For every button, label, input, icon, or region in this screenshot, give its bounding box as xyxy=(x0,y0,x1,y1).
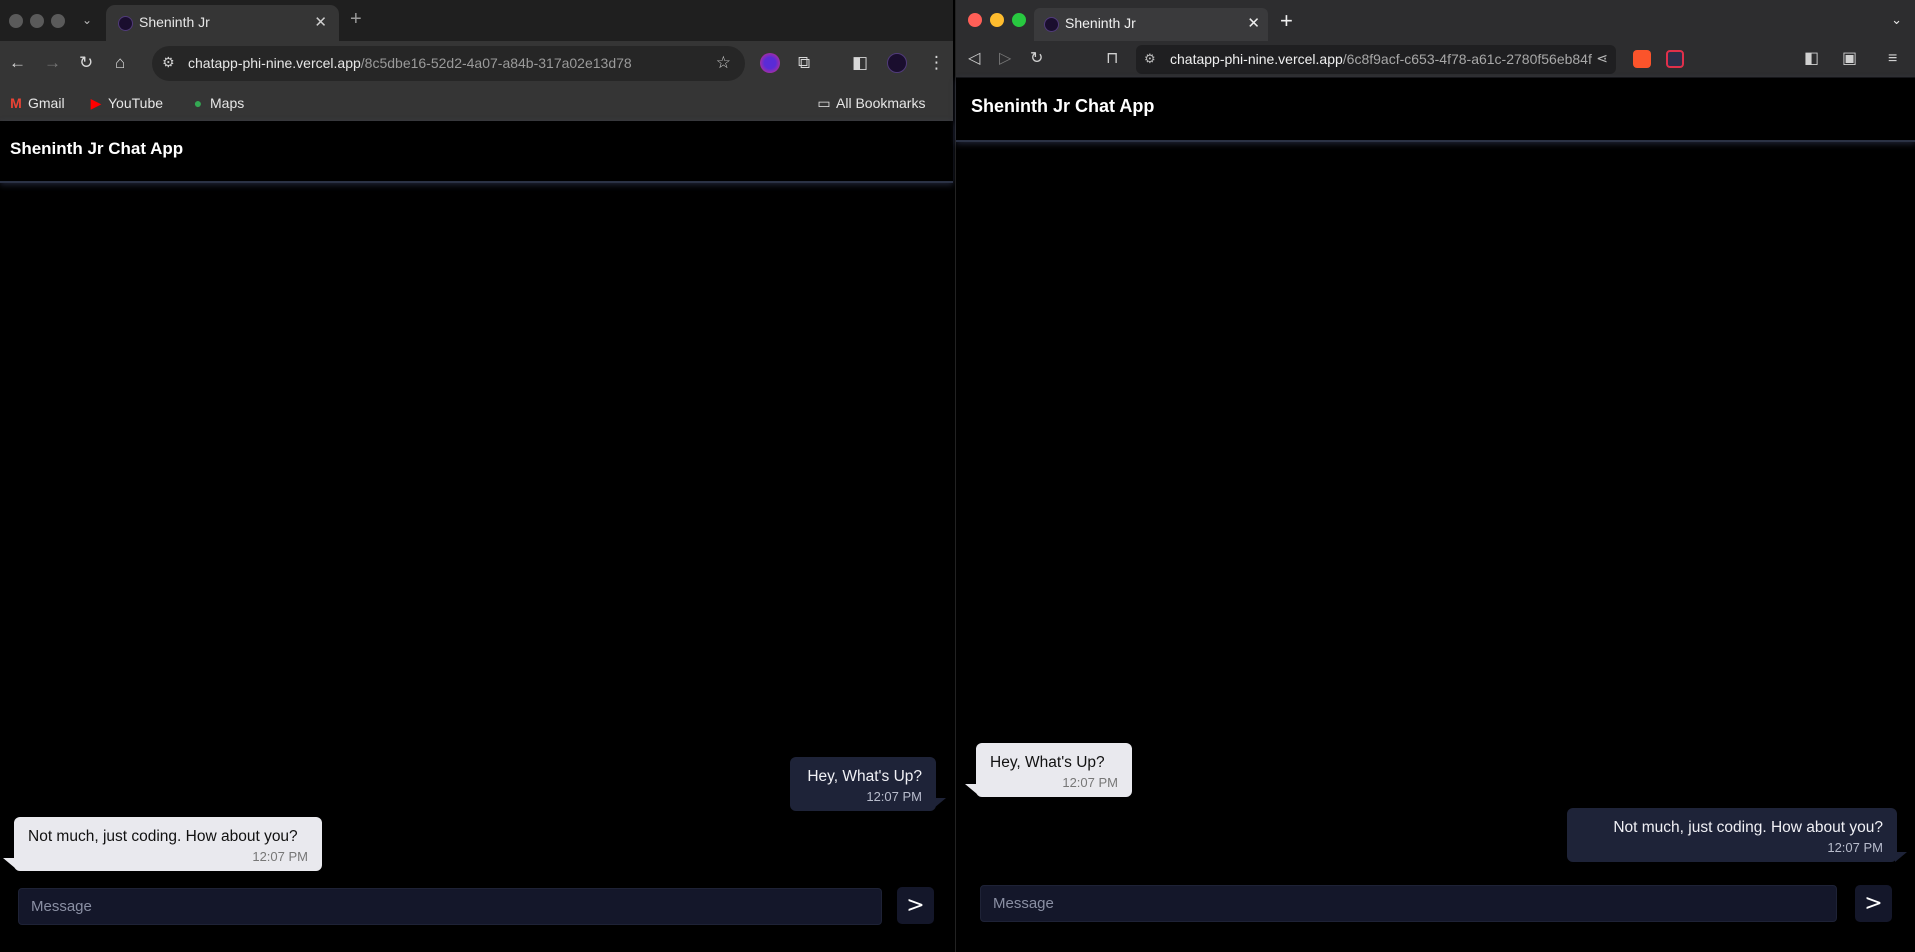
share-icon[interactable]: ⋖ xyxy=(1596,50,1608,67)
chat-app-header: Sheninth Jr Chat App xyxy=(0,121,953,183)
left-browser-window: ⌄ Sheninth Jr ✕ + ← → ↻ ⌂ ⚙ chatapp-phi-… xyxy=(0,0,953,952)
site-info-icon[interactable]: ⚙ xyxy=(1144,51,1156,67)
address-bar[interactable]: ⚙ chatapp-phi-nine.vercel.app/8c5dbe16-5… xyxy=(152,46,745,81)
sidebar-toggle-icon[interactable]: ◧ xyxy=(1804,49,1819,69)
browser-tab[interactable]: Sheninth Jr ✕ xyxy=(1034,8,1268,41)
bookmarks-folder[interactable]: ▭ All Bookmarks xyxy=(816,95,925,112)
browser-toolbar: ◁ ▷ ↻ ⊓ ⚙ chatapp-phi-nine.vercel.app/6c… xyxy=(956,41,1915,78)
site-favicon-icon xyxy=(118,16,133,31)
bookmark-maps[interactable]: ● Maps xyxy=(190,95,244,111)
message-input[interactable] xyxy=(980,885,1837,922)
window-close-button[interactable] xyxy=(9,14,23,28)
bookmark-gmail[interactable]: M Gmail xyxy=(8,95,64,111)
forward-arrow-icon[interactable]: → xyxy=(44,53,61,73)
window-maximize-button[interactable] xyxy=(1012,13,1026,27)
back-arrow-icon[interactable]: ◁ xyxy=(968,49,980,69)
brave-rewards-icon[interactable] xyxy=(1666,50,1684,68)
tab-strip: Sheninth Jr ✕ + ⌄ xyxy=(956,0,1915,41)
browser-toolbar: ← → ↻ ⌂ ⚙ chatapp-phi-nine.vercel.app/8c… xyxy=(0,41,953,86)
folder-icon: ▭ xyxy=(817,95,831,111)
window-minimize-button[interactable] xyxy=(30,14,44,28)
message-text: Hey, What's Up? xyxy=(990,754,1105,771)
send-button[interactable]: > xyxy=(897,887,934,924)
message-text: Hey, What's Up? xyxy=(807,768,922,785)
maps-icon: ● xyxy=(193,95,203,111)
right-browser-window: Sheninth Jr ✕ + ⌄ ◁ ▷ ↻ ⊓ ⚙ chatapp-phi-… xyxy=(955,0,1915,952)
tab-title: Sheninth Jr xyxy=(139,14,210,30)
bookmark-star-icon[interactable]: ☆ xyxy=(716,53,731,73)
app-title: Sheninth Jr Chat App xyxy=(10,139,184,158)
bubble-tail xyxy=(934,798,946,808)
window-close-button[interactable] xyxy=(968,13,982,27)
site-info-icon[interactable]: ⚙ xyxy=(162,54,175,71)
bookmarks-bar: M Gmail ▶ YouTube ● Maps ▭ All Bookmarks xyxy=(0,86,953,121)
message-bubble-received: Hey, What's Up? 12:07 PM xyxy=(976,743,1132,797)
send-button[interactable]: > xyxy=(1855,885,1892,922)
address-bar-url[interactable]: chatapp-phi-nine.vercel.app/6c8f9acf-c65… xyxy=(1170,51,1592,67)
bookmark-icon[interactable]: ⊓ xyxy=(1106,49,1118,69)
browser-menu-icon[interactable]: ≡ xyxy=(1888,49,1897,69)
tab-close-icon[interactable]: ✕ xyxy=(1247,14,1260,32)
forward-arrow-icon[interactable]: ▷ xyxy=(999,49,1011,69)
message-input[interactable] xyxy=(18,888,882,925)
message-time: 12:07 PM xyxy=(252,849,308,864)
message-bubble-sent: Hey, What's Up? 12:07 PM xyxy=(790,757,936,811)
address-bar-url[interactable]: chatapp-phi-nine.vercel.app/8c5dbe16-52d… xyxy=(188,55,632,71)
brave-shields-icon[interactable] xyxy=(1633,50,1651,68)
reload-icon[interactable]: ↻ xyxy=(79,53,93,73)
message-text: Not much, just coding. How about you? xyxy=(28,828,298,845)
wallet-icon[interactable]: ▣ xyxy=(1842,49,1857,69)
app-title: Sheninth Jr Chat App xyxy=(971,96,1155,116)
message-time: 12:07 PM xyxy=(1827,840,1883,855)
bubble-tail xyxy=(1895,852,1907,862)
chat-app-header: Sheninth Jr Chat App xyxy=(956,78,1915,142)
tab-title: Sheninth Jr xyxy=(1065,15,1136,31)
tab-close-icon[interactable]: ✕ xyxy=(314,13,327,31)
window-minimize-button[interactable] xyxy=(990,13,1004,27)
message-bubble-sent: Not much, just coding. How about you? 12… xyxy=(1567,808,1897,862)
extension-icon[interactable] xyxy=(760,53,780,73)
tab-strip: ⌄ Sheninth Jr ✕ + xyxy=(0,0,953,41)
new-tab-button[interactable]: + xyxy=(350,8,362,31)
back-arrow-icon[interactable]: ← xyxy=(9,53,26,73)
address-bar[interactable]: ⚙ chatapp-phi-nine.vercel.app/6c8f9acf-c… xyxy=(1136,45,1616,74)
site-favicon-icon xyxy=(1044,17,1059,32)
new-tab-button[interactable]: + xyxy=(1280,8,1293,34)
message-time: 12:07 PM xyxy=(1062,775,1118,790)
browser-menu-icon[interactable]: ⋮ xyxy=(928,53,945,73)
tab-search-chevron-icon[interactable]: ⌄ xyxy=(78,11,96,29)
message-time: 12:07 PM xyxy=(866,789,922,804)
home-icon[interactable]: ⌂ xyxy=(115,53,125,73)
window-maximize-button[interactable] xyxy=(51,14,65,28)
profile-avatar[interactable] xyxy=(887,53,907,73)
bubble-tail xyxy=(965,784,977,794)
message-bubble-received: Not much, just coding. How about you? 12… xyxy=(14,817,322,871)
youtube-icon: ▶ xyxy=(90,95,102,111)
side-panel-icon[interactable]: ◧ xyxy=(852,53,868,73)
reload-icon[interactable]: ↻ xyxy=(1030,49,1043,69)
bubble-tail xyxy=(3,858,15,868)
tab-list-chevron-icon[interactable]: ⌄ xyxy=(1891,12,1902,28)
gmail-icon: M xyxy=(10,95,22,111)
browser-tab[interactable]: Sheninth Jr ✕ xyxy=(106,5,339,41)
extensions-puzzle-icon[interactable]: ⧉ xyxy=(798,53,810,73)
bookmark-youtube[interactable]: ▶ YouTube xyxy=(88,95,163,112)
message-text: Not much, just coding. How about you? xyxy=(1613,819,1883,836)
